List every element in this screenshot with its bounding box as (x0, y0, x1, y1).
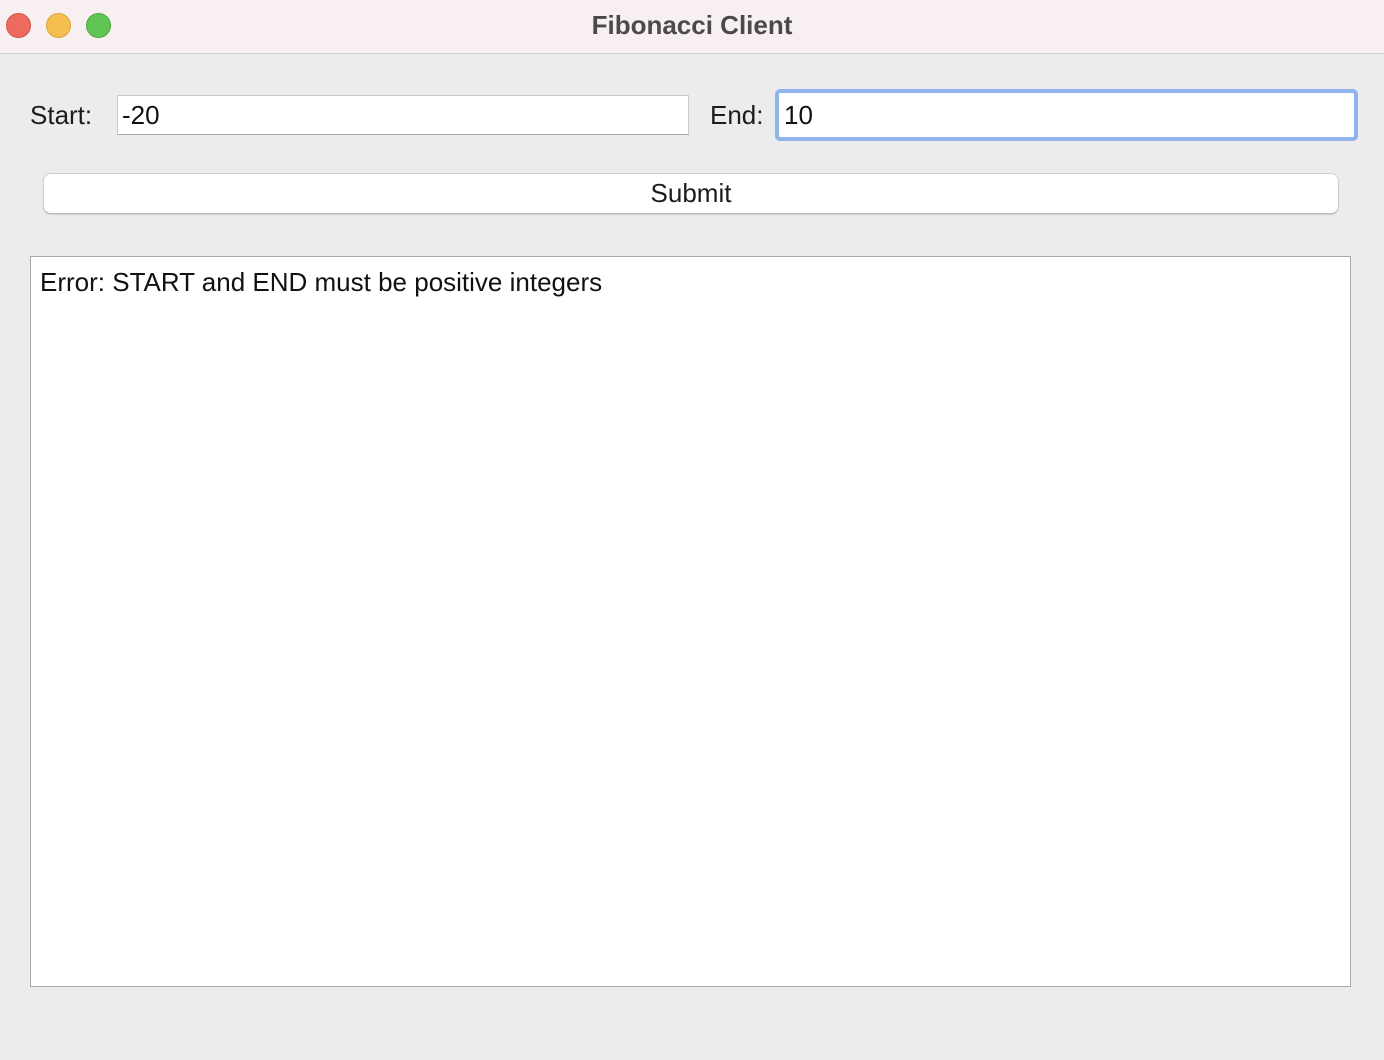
output-text-area[interactable]: Error: START and END must be positive in… (30, 256, 1351, 987)
window-titlebar: Fibonacci Client (0, 0, 1384, 54)
end-input[interactable]: 10 (775, 89, 1358, 141)
submit-button[interactable]: Submit (43, 173, 1339, 214)
window-title: Fibonacci Client (591, 10, 793, 40)
start-input[interactable]: -20 (117, 95, 689, 135)
output-message: Error: START and END must be positive in… (40, 267, 603, 297)
end-label: End: (710, 100, 764, 130)
start-label: Start: (30, 100, 93, 130)
